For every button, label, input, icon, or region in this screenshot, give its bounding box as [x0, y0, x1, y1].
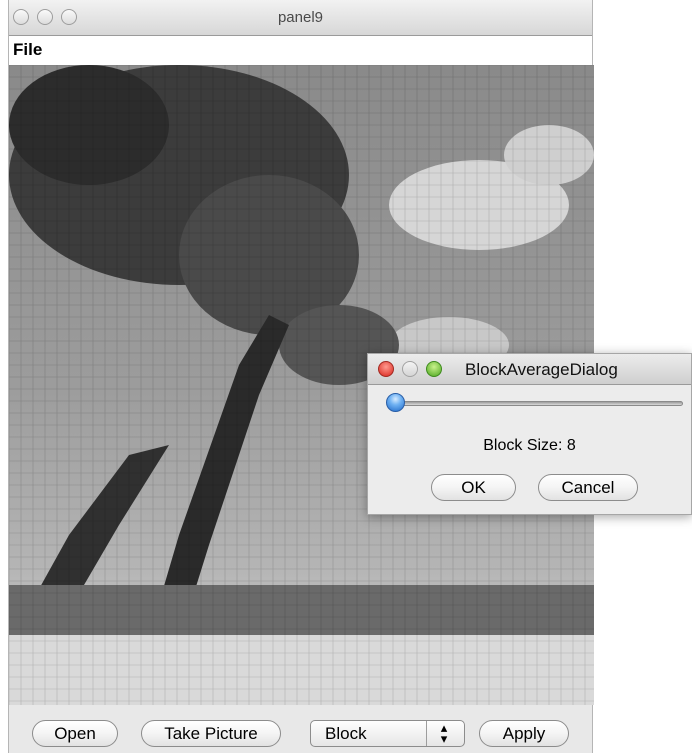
block-size-label: Block Size: 8: [483, 437, 576, 454]
ok-button[interactable]: OK: [431, 474, 516, 501]
filter-select-value: Block: [325, 724, 367, 743]
close-icon[interactable]: [378, 361, 394, 377]
dialog-title: BlockAverageDialog: [465, 360, 618, 379]
updown-arrows-icon: ▴ ▾: [440, 720, 448, 746]
take-picture-button[interactable]: Take Picture: [141, 720, 281, 747]
combo-divider: [426, 721, 427, 746]
dialog-titlebar[interactable]: BlockAverageDialog: [368, 354, 691, 385]
apply-button[interactable]: Apply: [479, 720, 569, 747]
menubar: File: [9, 36, 592, 65]
minimize-icon[interactable]: [402, 361, 418, 377]
filter-select[interactable]: Block ▴ ▾: [310, 720, 465, 747]
window-title: panel9: [277, 9, 324, 26]
block-size-slider-thumb[interactable]: [386, 393, 405, 412]
bottom-toolbar: Open Take Picture Block ▴ ▾ Apply: [9, 705, 592, 753]
cancel-button[interactable]: Cancel: [538, 474, 638, 501]
menu-file[interactable]: File: [13, 40, 42, 60]
block-average-dialog: BlockAverageDialog Block Size: 8 OK Canc…: [367, 353, 692, 515]
open-button[interactable]: Open: [32, 720, 118, 747]
block-size-slider-track[interactable]: [398, 401, 683, 406]
main-titlebar[interactable]: panel9: [9, 0, 592, 36]
zoom-icon[interactable]: [426, 361, 442, 377]
